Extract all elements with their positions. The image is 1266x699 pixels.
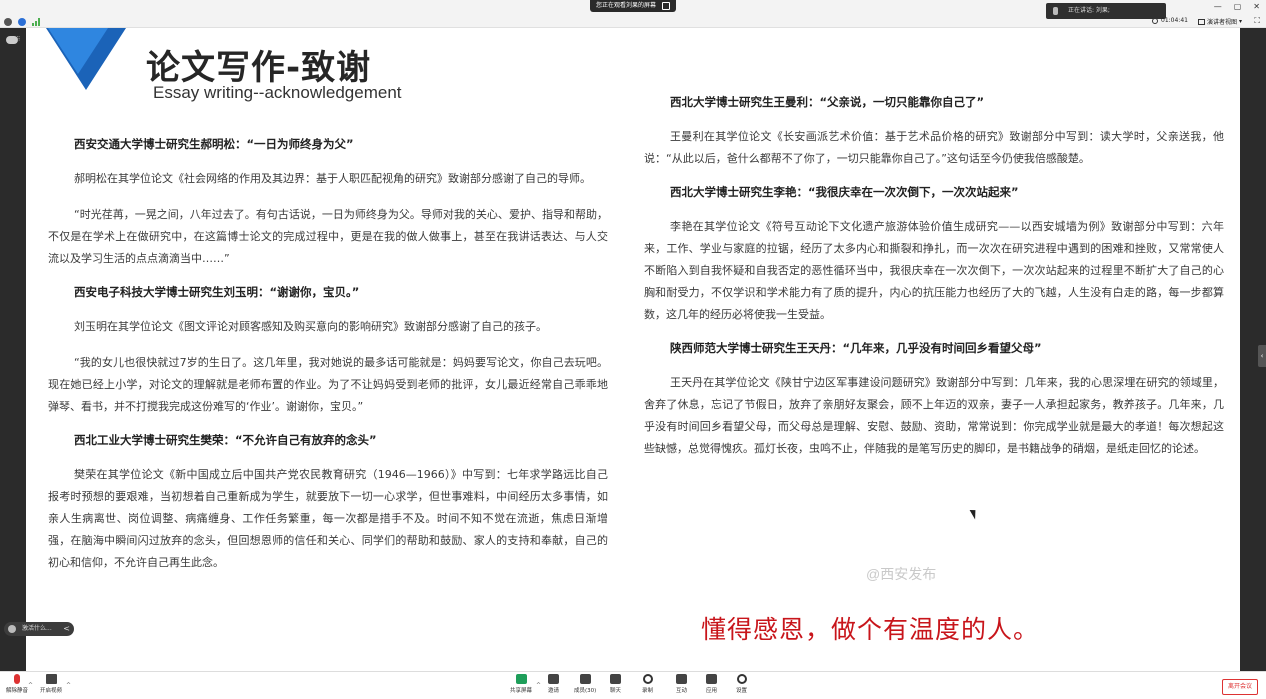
mouse-cursor-icon bbox=[969, 507, 980, 520]
floating-caption[interactable]: 激活什么... < bbox=[4, 622, 74, 636]
timer-text: 01:04:41 bbox=[1161, 17, 1188, 24]
paragraph: 郝明松在其学位论文《社会网络的作用及其边界：基于人职匹配视角的研究》致谢部分感谢… bbox=[74, 172, 591, 185]
paragraph: 李艳在其学位论文《符号互动论下文化遗产旅游体验价值生成研究——以西安城墙为例》致… bbox=[644, 220, 1224, 321]
section-heading: 西安交通大学博士研究生郝明松：“一日为师终身为父” bbox=[74, 137, 354, 151]
view-options-icon[interactable] bbox=[662, 2, 671, 10]
chevron-up-icon[interactable]: ^ bbox=[28, 682, 33, 689]
paragraph: “我的女儿也很快就过7岁的生日了。这几年里，我对她说的最多话可能就是：妈妈要写论… bbox=[48, 356, 608, 413]
share-screen-icon bbox=[515, 674, 527, 684]
video-button[interactable]: 开启视频 bbox=[40, 674, 62, 694]
paragraph: “时光荏苒，一晃之间，八年过去了。有句古话说，一日为师终身为父。导师对我的关心、… bbox=[48, 208, 608, 265]
reactions-button[interactable]: 互动 bbox=[676, 674, 687, 694]
paragraph: 王天丹在其学位论文《陕甘宁边区军事建设问题研究》致谢部分中写到：几年来，我的心思… bbox=[644, 376, 1224, 455]
grid-icon bbox=[1198, 18, 1205, 25]
reactions-label: 互动 bbox=[676, 688, 688, 694]
logo-triangle-inner bbox=[48, 28, 108, 74]
chevron-up-icon[interactable]: ^ bbox=[536, 682, 541, 689]
maximize-button[interactable]: ▢ bbox=[1234, 2, 1242, 11]
shield-icon[interactable] bbox=[18, 18, 26, 26]
microphone-icon bbox=[1053, 7, 1058, 15]
members-icon bbox=[579, 674, 591, 684]
slogan: 懂得感恩，做个有温度的人。 bbox=[701, 615, 1040, 644]
shared-slide: 论文写作-致谢 Essay writing--acknowledgement 西… bbox=[26, 28, 1240, 671]
view-mode-label: 演讲者视图 bbox=[1207, 19, 1238, 26]
record-button[interactable]: 录制 bbox=[642, 674, 653, 694]
settings-label: 设置 bbox=[736, 688, 748, 694]
caption-icon bbox=[8, 625, 16, 633]
info-icon[interactable] bbox=[4, 18, 12, 26]
fullscreen-icon[interactable]: ⛶ bbox=[1254, 16, 1260, 26]
slide-title: 论文写作-致谢 bbox=[146, 48, 372, 88]
floating-caption-text: 激活什么... bbox=[22, 625, 52, 632]
section-heading: 西北大学博士研究生李艳：“我很庆幸在一次次倒下，一次次站起来” bbox=[670, 185, 1019, 199]
paragraph: 王曼利在其学位论文《长安画派艺术价值：基于艺术品价格的研究》致谢部分中写到：读大… bbox=[644, 130, 1224, 165]
mute-button[interactable]: 解除静音 bbox=[6, 674, 28, 694]
invite-icon bbox=[548, 674, 559, 684]
members-label: 成员(30) bbox=[574, 688, 597, 694]
chat-icon bbox=[610, 674, 621, 684]
right-column: 西北大学博士研究生王曼利：“父亲说，一切只能靠你自己了” 王曼利在其学位论文《长… bbox=[644, 86, 1224, 474]
record-icon bbox=[642, 674, 653, 684]
record-label: 录制 bbox=[642, 688, 654, 694]
gear-icon bbox=[736, 674, 747, 684]
microphone-icon bbox=[14, 674, 20, 684]
members-button[interactable]: 成员(30) bbox=[574, 674, 596, 694]
status-icons bbox=[4, 18, 40, 26]
apps-label: 应用 bbox=[706, 688, 718, 694]
apps-icon bbox=[706, 674, 717, 684]
invite-label: 邀请 bbox=[548, 688, 560, 694]
side-panel-toggle[interactable]: ‹ bbox=[1258, 345, 1266, 367]
active-speaker-text: 正在讲话: 刘果; bbox=[1068, 7, 1110, 14]
share-screen-button[interactable]: 共享屏幕 bbox=[510, 674, 532, 694]
section-heading: 陕西师范大学博士研究生王天丹：“几年来，几乎没有时间回乡看望父母” bbox=[670, 341, 1042, 355]
video-label: 开启视频 bbox=[40, 688, 63, 694]
invite-button[interactable]: 邀请 bbox=[548, 674, 559, 694]
active-speaker-indicator: 正在讲话: 刘果; bbox=[1046, 3, 1166, 19]
camera-icon bbox=[45, 674, 57, 684]
watermark: @西安发布 bbox=[866, 566, 937, 582]
section-heading: 西北大学博士研究生王曼利：“父亲说，一切只能靠你自己了” bbox=[670, 95, 985, 109]
drag-handle-icon[interactable]: ⠿ bbox=[16, 36, 20, 43]
close-button[interactable]: ✕ bbox=[1253, 2, 1260, 11]
chevron-up-icon[interactable]: ^ bbox=[66, 682, 71, 689]
meeting-timer: 01:04:41 bbox=[1152, 17, 1188, 24]
chat-label: 聊天 bbox=[610, 688, 622, 694]
meeting-toolbar: 解除静音 ^ 开启视频 ^ 共享屏幕 ^ 邀请 成员(30) 聊天 录制 互动 … bbox=[0, 671, 1266, 699]
left-rail: ⠿ bbox=[0, 28, 26, 671]
section-heading: 西北工业大学博士研究生樊荣：“不允许自己有放弃的念头” bbox=[74, 433, 377, 447]
paragraph: 樊荣在其学位论文《新中国成立后中国共产党农民教育研究（1946—1966）》中写… bbox=[48, 468, 608, 569]
share-notice-text: 您正在观看刘果的屏幕 bbox=[596, 2, 657, 9]
share-label: 共享屏幕 bbox=[510, 688, 533, 694]
apps-button[interactable]: 应用 bbox=[706, 674, 717, 694]
screen-share-notice[interactable]: 您正在观看刘果的屏幕 bbox=[590, 0, 677, 12]
mute-label: 解除静音 bbox=[6, 688, 29, 694]
chat-button[interactable]: 聊天 bbox=[610, 674, 621, 694]
window-controls: — ▢ ✕ bbox=[1214, 2, 1260, 11]
slide-subtitle: Essay writing--acknowledgement bbox=[153, 83, 402, 102]
view-mode-button[interactable]: 演讲者视图 ▾ bbox=[1198, 17, 1242, 26]
reactions-icon bbox=[676, 674, 687, 684]
end-meeting-button[interactable]: 离开会议 bbox=[1222, 679, 1258, 695]
collapse-chevron-icon[interactable]: < bbox=[63, 622, 70, 636]
clock-icon bbox=[1152, 17, 1158, 24]
signal-strength-icon[interactable] bbox=[32, 18, 40, 26]
minimize-button[interactable]: — bbox=[1214, 2, 1222, 11]
chevron-down-icon: ▾ bbox=[1239, 18, 1243, 25]
section-heading: 西安电子科技大学博士研究生刘玉明：“谢谢你，宝贝。” bbox=[74, 285, 360, 299]
left-column: 西安交通大学博士研究生郝明松：“一日为师终身为父” 郝明松在其学位论文《社会网络… bbox=[48, 128, 608, 588]
settings-button[interactable]: 设置 bbox=[736, 674, 747, 694]
top-bar: 您正在观看刘果的屏幕 正在讲话: 刘果; 01:04:41 演讲者视图 ▾ — … bbox=[0, 0, 1266, 28]
paragraph: 刘玉明在其学位论文《图文评论对顾客感知及购买意向的影响研究》致谢部分感谢了自己的… bbox=[74, 320, 547, 333]
